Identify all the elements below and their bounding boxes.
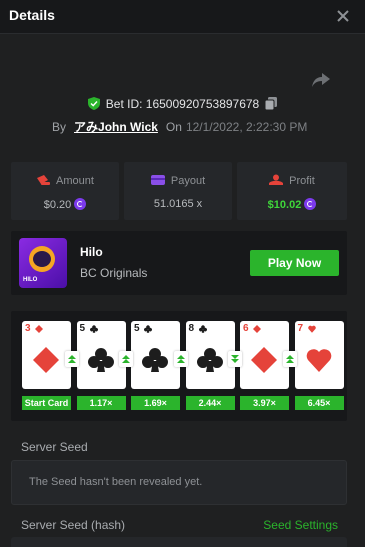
game-thumb-text: HILO	[23, 277, 38, 283]
card-multiplier: 2.44×	[185, 396, 235, 410]
club-icon	[144, 325, 152, 333]
coin-icon	[304, 198, 317, 210]
playing-card: 3	[22, 321, 71, 389]
profit-label: Profit	[289, 175, 315, 187]
card-multiplier: 1.69×	[131, 396, 180, 410]
game-card: HILO Hilo BC Originals Play Now	[11, 231, 347, 295]
higher-arrow-icon	[282, 351, 297, 367]
stat-amount: Amount $0.20	[11, 162, 119, 220]
server-seed-box: The Seed hasn't been revealed yet.	[11, 460, 347, 505]
server-seed-hash-label: Server Seed (hash)	[21, 518, 126, 532]
verified-shield-icon	[87, 97, 100, 111]
club-icon	[89, 325, 98, 333]
share-icon[interactable]	[311, 71, 331, 89]
stat-payout: Payout 51.0165 x	[124, 162, 232, 220]
card-rank: 7	[297, 323, 304, 334]
page-title: Details	[9, 7, 55, 23]
card-rank: 5	[79, 323, 86, 334]
game-thumbnail[interactable]: HILO	[19, 238, 67, 288]
card-rank: 5	[134, 323, 140, 334]
card-multiplier: 3.97×	[240, 396, 289, 410]
game-provider: BC Originals	[80, 266, 148, 280]
club-icon	[142, 348, 168, 372]
server-seed-value: The Seed hasn't been revealed yet.	[29, 476, 203, 488]
card-multiplier: 1.17×	[76, 396, 126, 410]
wallet-icon	[150, 175, 165, 185]
higher-arrow-icon	[64, 351, 79, 367]
card-rank: 3	[25, 323, 31, 334]
card-rank: 6	[243, 323, 249, 334]
bet-date: 12/1/2022, 2:22:30 PM	[185, 120, 308, 134]
bet-byline: By アみJohn Wick On 12/1/2022, 2:22:30 PM	[52, 118, 307, 134]
card-history: 3 Start Card 5 1.17× 5 1.69× 8 2.44× 6 3.97× 7 6.45…	[11, 311, 347, 421]
play-now-button[interactable]: Play Now	[250, 250, 339, 276]
by-label: By	[52, 120, 67, 134]
diamond-icon	[253, 325, 261, 333]
seed-settings-link[interactable]: Seed Settings	[263, 518, 338, 532]
game-name: Hilo	[80, 245, 103, 259]
payout-label: Payout	[170, 175, 206, 187]
card-rank: 8	[188, 323, 195, 334]
playing-card: 5	[131, 321, 180, 389]
amount-icon	[37, 175, 51, 185]
card-multiplier: Start Card	[22, 396, 71, 410]
on-label: On	[165, 120, 182, 134]
server-seed-label: Server Seed	[21, 440, 88, 454]
card-multiplier: 6.45×	[294, 396, 344, 410]
amount-value: $0.20	[43, 199, 72, 211]
diamond-icon	[33, 347, 59, 373]
club-icon	[196, 348, 223, 372]
heart-icon	[307, 325, 316, 333]
amount-label: Amount	[56, 175, 94, 187]
club-icon	[198, 325, 207, 333]
higher-arrow-icon	[119, 351, 133, 367]
diamond-icon	[251, 347, 277, 373]
stat-profit: Profit $10.02	[237, 162, 347, 220]
details-header: Details	[0, 0, 365, 34]
heart-icon	[306, 349, 331, 372]
bet-id-row: Bet ID: 16500920753897678	[0, 96, 365, 112]
club-icon	[87, 348, 114, 372]
copy-icon[interactable]	[264, 97, 278, 111]
playing-card: 7	[294, 321, 344, 389]
profit-icon	[269, 174, 284, 185]
bet-id: Bet ID: 16500920753897678	[105, 96, 260, 111]
higher-arrow-icon	[173, 351, 188, 367]
lower-arrow-icon	[228, 351, 242, 367]
server-seed-hash-box	[11, 537, 347, 547]
close-icon[interactable]	[335, 8, 351, 24]
coin-icon	[74, 198, 87, 210]
playing-card: 6	[240, 321, 289, 389]
username-link[interactable]: アみJohn Wick	[74, 120, 158, 134]
profit-value: $10.02	[267, 199, 302, 211]
diamond-icon	[35, 325, 43, 333]
payout-value: 51.0165 x	[153, 198, 203, 210]
